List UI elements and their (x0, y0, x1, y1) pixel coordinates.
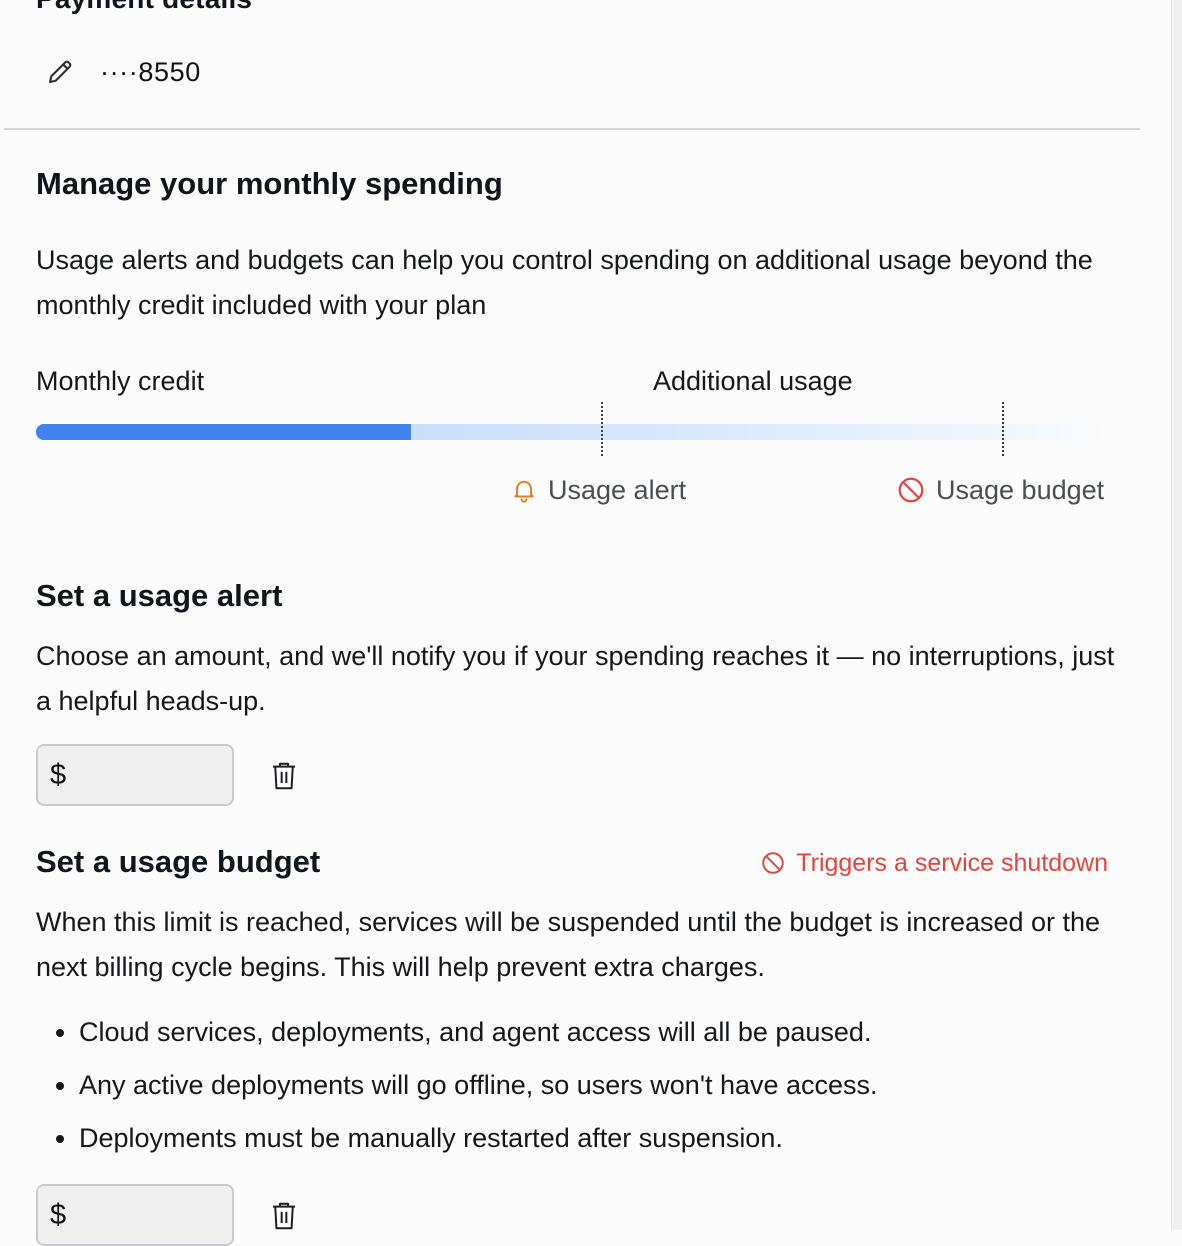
monthly-credit-label: Monthly credit (36, 366, 205, 396)
usage-alert-input[interactable] (74, 749, 209, 801)
usage-alert-legend-label: Usage alert (548, 474, 687, 505)
edit-payment-button[interactable] (44, 56, 76, 88)
currency-symbol: $ (50, 758, 67, 791)
usage-progress-bar (36, 402, 1108, 456)
usage-bar-labels: Monthly credit Additional usage (36, 366, 1108, 406)
spending-description: Usage alerts and budgets can help you co… (36, 245, 1093, 320)
payment-details-title: Payment details (36, 0, 252, 16)
usage-alert-description: Choose an amount, and we'll notify you i… (36, 641, 1115, 716)
usage-bar-fill (36, 424, 412, 440)
usage-alert-legend: Usage alert (510, 472, 686, 508)
usage-budget-description: When this limit is reached, services wil… (36, 907, 1101, 982)
currency-symbol: $ (50, 1198, 67, 1231)
delete-usage-budget-button[interactable] (266, 1198, 302, 1234)
prohibited-icon (760, 850, 786, 876)
usage-alert-amount-field[interactable]: $ (36, 744, 234, 806)
service-shutdown-warning-text: Triggers a service shutdown (796, 848, 1108, 877)
list-item: Cloud services, deployments, and agent a… (79, 1006, 1139, 1059)
delete-usage-alert-button[interactable] (266, 758, 302, 794)
list-item: Deployments must be manually restarted a… (79, 1112, 1139, 1165)
usage-alert-title: Set a usage alert (36, 578, 283, 613)
service-shutdown-warning: Triggers a service shutdown (760, 846, 1108, 880)
card-number: ····8550 (100, 56, 201, 87)
trash-icon (270, 760, 298, 792)
usage-budget-title: Set a usage budget (36, 844, 321, 879)
spending-title: Manage your monthly spending (36, 166, 503, 201)
usage-budget-input[interactable] (74, 1189, 209, 1241)
usage-budget-marker (1002, 402, 1004, 456)
billing-settings-panel: Payment details ····8550 Manage your mon… (0, 0, 1140, 1246)
usage-alert-marker (601, 402, 603, 456)
section-divider (4, 128, 1140, 130)
additional-usage-label: Additional usage (653, 366, 853, 396)
trash-icon (270, 1200, 298, 1232)
bell-icon (510, 476, 538, 504)
scrollbar-track[interactable] (1171, 0, 1182, 1230)
usage-budget-legend-label: Usage budget (936, 474, 1105, 505)
list-item: Any active deployments will go offline, … (79, 1059, 1139, 1112)
payment-method-row: ····8550 (44, 54, 201, 90)
usage-budget-legend: Usage budget (896, 472, 1104, 508)
prohibited-icon (896, 475, 926, 505)
budget-consequences-list: Cloud services, deployments, and agent a… (36, 1006, 1139, 1165)
usage-budget-amount-field[interactable]: $ (36, 1184, 234, 1246)
pencil-icon (45, 57, 75, 87)
